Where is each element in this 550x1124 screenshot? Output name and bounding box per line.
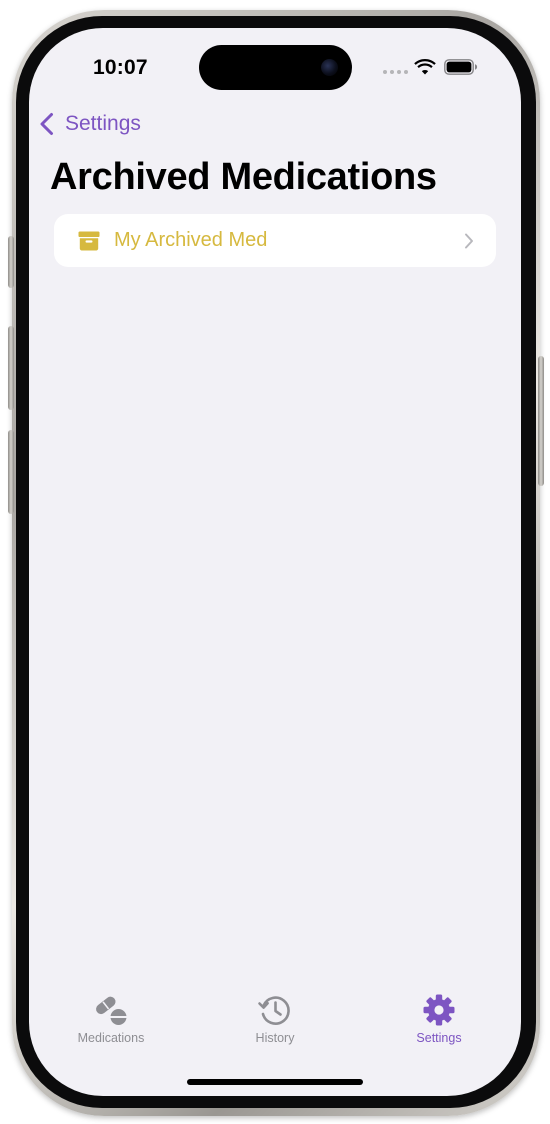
tab-label: Settings <box>416 1031 462 1045</box>
pills-icon <box>96 996 127 1025</box>
tab-bar: Medications History Settings <box>29 993 521 1063</box>
screen: 10:07 Settings Archived Medications My A… <box>29 28 521 1096</box>
tab-history[interactable]: History <box>210 993 340 1053</box>
back-button[interactable]: Settings <box>39 108 141 140</box>
front-camera <box>321 59 338 76</box>
cellular-signal-icon <box>383 70 408 74</box>
home-indicator[interactable] <box>187 1079 363 1085</box>
battery-icon <box>444 59 478 75</box>
tab-label: History <box>255 1031 295 1045</box>
list-item[interactable]: My Archived Med <box>54 214 496 267</box>
dynamic-island <box>199 45 352 90</box>
history-clock-icon <box>258 996 290 1025</box>
back-button-label: Settings <box>65 112 141 135</box>
status-time: 10:07 <box>93 56 148 79</box>
page-title: Archived Medications <box>50 156 437 198</box>
tab-medications[interactable]: Medications <box>46 993 176 1053</box>
volume-down-button <box>8 430 14 514</box>
volume-up-button <box>8 326 14 410</box>
chevron-right-icon <box>465 233 473 248</box>
chevron-left-icon <box>40 113 53 135</box>
power-button <box>538 356 544 486</box>
list-item-label: My Archived Med <box>114 229 268 251</box>
wifi-icon <box>414 59 436 75</box>
gear-icon <box>423 994 455 1026</box>
archivebox-icon <box>78 231 100 250</box>
action-button <box>8 236 14 288</box>
tab-settings[interactable]: Settings <box>374 993 504 1053</box>
tab-label: Medications <box>77 1031 145 1045</box>
